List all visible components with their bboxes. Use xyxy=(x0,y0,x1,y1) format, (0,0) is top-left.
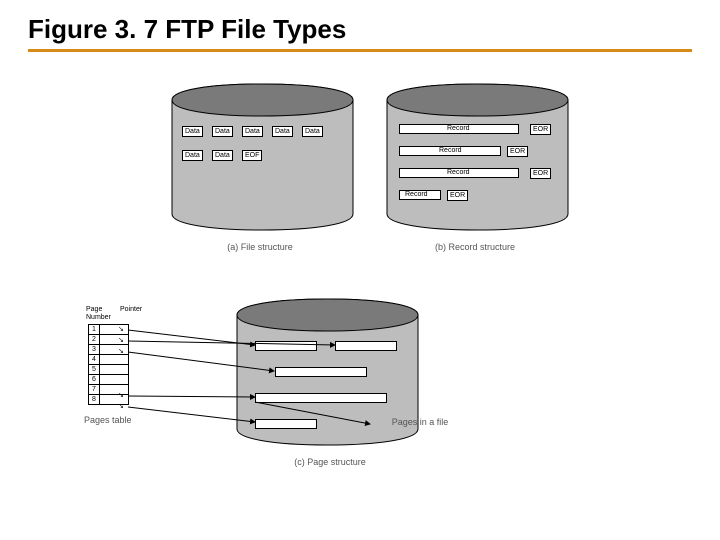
figure-title: Figure 3. 7 FTP File Types xyxy=(0,0,720,49)
pointer-mark: ↘ xyxy=(118,402,124,410)
pointer-mark: ↘ xyxy=(118,391,124,399)
pointer-mark: ↘ xyxy=(118,347,124,355)
pointer-arrows xyxy=(0,52,720,532)
pointer-mark: ↘ xyxy=(118,336,124,344)
diagram-stage: Data Data Data Data Data Data Data EOF (… xyxy=(0,52,720,532)
pointer-mark: ↘ xyxy=(118,325,124,333)
